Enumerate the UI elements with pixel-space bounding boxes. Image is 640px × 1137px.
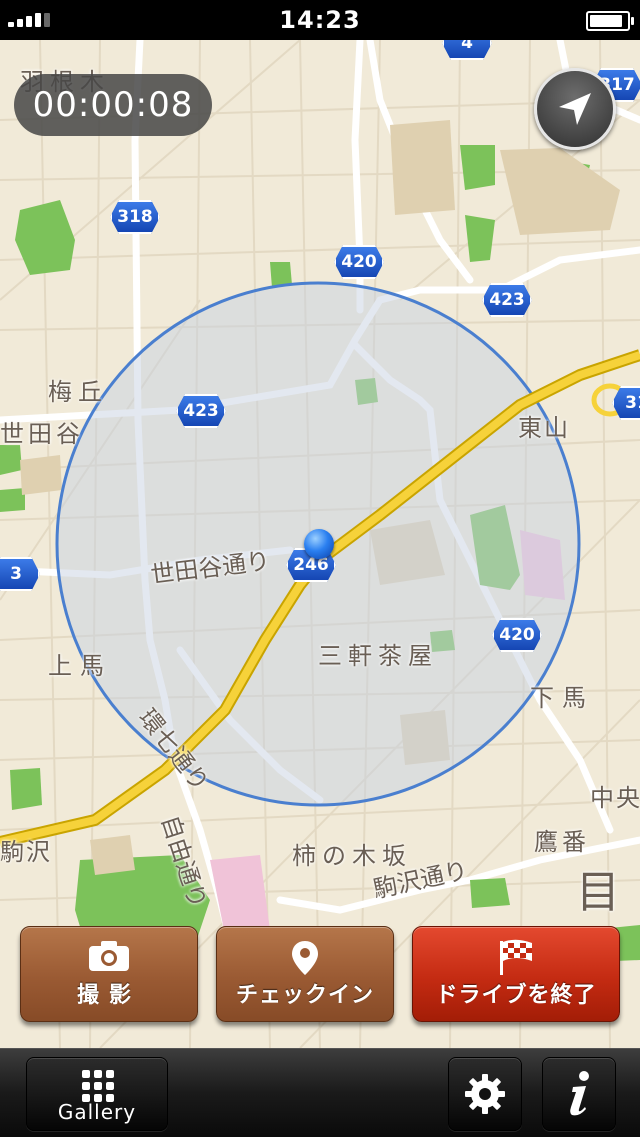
route-shield: 4	[442, 40, 492, 60]
checkin-button[interactable]: チェックイン	[216, 926, 394, 1022]
status-bar: 14:23	[0, 0, 640, 40]
gallery-label: Gallery	[57, 1100, 137, 1124]
route-shield: 423	[176, 394, 226, 428]
compass-button[interactable]	[534, 68, 616, 150]
battery-icon	[586, 11, 634, 31]
checkin-button-label: チェックイン	[235, 983, 374, 1008]
map-label: 駒沢	[0, 838, 52, 866]
drive-timer: 00:00:08	[14, 74, 212, 136]
route-shield: 318	[110, 200, 160, 234]
location-arrow-icon	[559, 93, 591, 125]
current-location-pin	[304, 529, 334, 559]
map-label: 東山	[518, 414, 570, 442]
map-view[interactable]: 羽根木 梅丘 世田谷 東山 世田谷通り 三軒茶屋 上馬 下馬 環七通り 自由通り…	[0, 40, 640, 1048]
info-icon	[570, 1071, 589, 1116]
grid-icon	[82, 1070, 114, 1102]
map-label: 中央	[590, 784, 640, 812]
camera-button-label: 撮影	[76, 983, 141, 1008]
map-label: 梅丘	[48, 378, 108, 406]
end-drive-button-label: ドライブを終了	[435, 983, 597, 1008]
camera-icon	[89, 941, 129, 971]
route-shield: 420	[492, 618, 542, 652]
map-label: 上馬	[48, 652, 112, 680]
status-time: 14:23	[279, 6, 361, 34]
settings-button[interactable]	[448, 1057, 522, 1131]
checkered-flag-icon	[500, 939, 532, 975]
route-shield: 423	[482, 283, 532, 317]
gear-icon	[465, 1074, 505, 1114]
camera-button[interactable]: 撮影	[20, 926, 198, 1022]
map-label: 目	[576, 867, 620, 918]
map-label: 下馬	[530, 684, 594, 712]
bottom-toolbar: Gallery	[0, 1048, 640, 1137]
gallery-button[interactable]: Gallery	[26, 1057, 168, 1131]
end-drive-button[interactable]: ドライブを終了	[412, 926, 620, 1022]
info-button[interactable]	[542, 1057, 616, 1131]
map-label: 世田谷	[0, 420, 84, 448]
map-pin-icon	[292, 941, 318, 975]
map-label: 三軒茶屋	[318, 642, 438, 670]
map-label: 鷹番	[534, 828, 590, 856]
route-shield: 420	[334, 245, 384, 279]
